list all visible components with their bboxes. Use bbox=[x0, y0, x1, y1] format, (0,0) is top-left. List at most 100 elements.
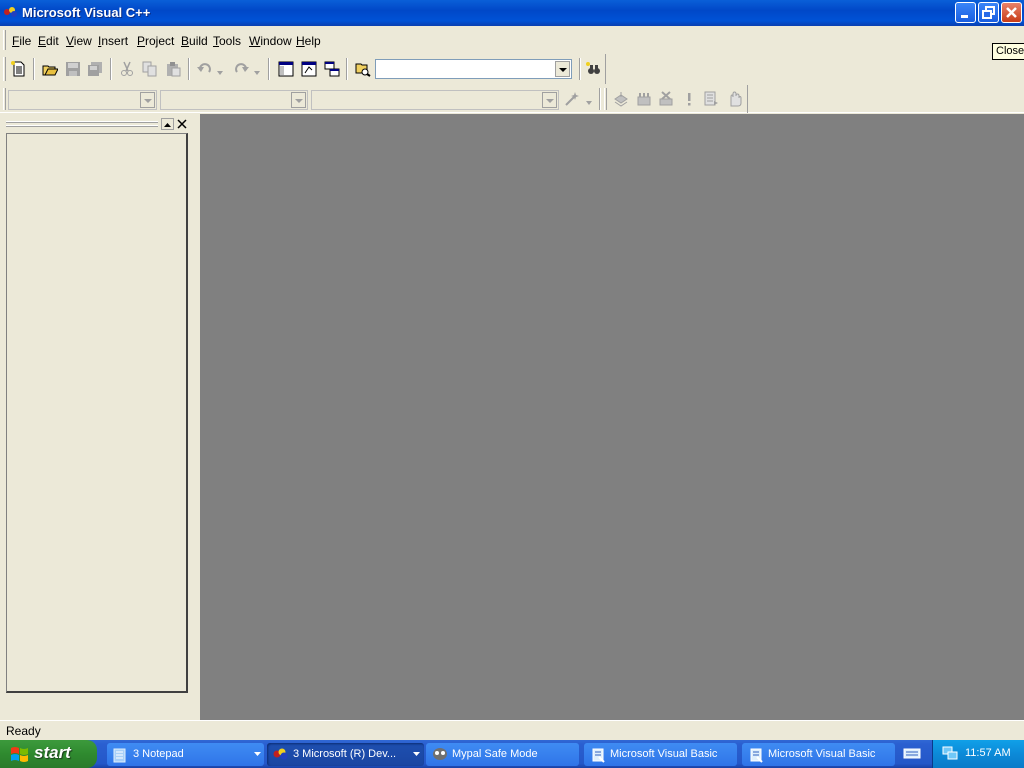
menu-tools[interactable]: Tools bbox=[213, 34, 241, 50]
toolbar-separator bbox=[579, 58, 581, 80]
restore-icon bbox=[982, 6, 995, 19]
menu-insert[interactable]: Insert bbox=[98, 34, 128, 50]
copy-button[interactable] bbox=[139, 58, 161, 80]
members-combo-chevron-down-icon[interactable] bbox=[542, 92, 557, 108]
compile-button[interactable] bbox=[610, 88, 632, 110]
visual-cpp-app-icon[interactable] bbox=[4, 6, 18, 18]
open-icon bbox=[42, 65, 58, 76]
close-icon bbox=[1006, 7, 1017, 18]
start-label: start bbox=[34, 743, 71, 762]
stop-build-icon bbox=[659, 91, 673, 106]
taskbar-button-label: Microsoft Visual Basic bbox=[768, 748, 876, 760]
menu-help[interactable]: Help bbox=[296, 34, 321, 50]
find-in-files-icon bbox=[355, 63, 371, 77]
build-toolbar-grip[interactable] bbox=[604, 88, 607, 110]
pane-maximize-button[interactable] bbox=[161, 118, 174, 130]
save-all-button[interactable] bbox=[84, 58, 106, 80]
menu-bar-grip[interactable] bbox=[3, 30, 6, 50]
keyboard-icon[interactable] bbox=[903, 746, 921, 760]
menu-edit[interactable]: Edit bbox=[38, 34, 59, 50]
taskbar-button-mypal[interactable]: Mypal Safe Mode bbox=[426, 743, 579, 766]
workspace-pane-grip[interactable] bbox=[6, 121, 158, 123]
build-icon bbox=[637, 93, 651, 106]
class-combo[interactable] bbox=[8, 90, 157, 110]
redo-dropdown-chevron-down-icon[interactable] bbox=[253, 66, 261, 75]
redo-button[interactable] bbox=[230, 58, 252, 80]
menu-label-rest: dit bbox=[46, 34, 59, 48]
go-button[interactable] bbox=[700, 88, 722, 110]
filter-combo[interactable] bbox=[160, 90, 308, 110]
workspace-tree-view[interactable] bbox=[6, 133, 188, 693]
menu-build[interactable]: Build bbox=[181, 34, 208, 50]
menu-file[interactable]: File bbox=[12, 34, 31, 50]
save-icon bbox=[66, 62, 80, 76]
toolbar-separator bbox=[33, 58, 35, 80]
mdi-client-area[interactable] bbox=[200, 114, 1024, 720]
build-button[interactable] bbox=[633, 88, 655, 110]
wizard-action-chevron-down-icon[interactable] bbox=[585, 96, 593, 105]
taskbar-button-devstudio[interactable]: 3 Microsoft (R) Dev... bbox=[267, 743, 424, 766]
find-combo-chevron-down-icon[interactable] bbox=[555, 61, 570, 77]
menu-label-rest: roject bbox=[145, 34, 175, 48]
wizard-bar-grip[interactable] bbox=[3, 88, 6, 110]
find-combo[interactable] bbox=[375, 59, 572, 79]
minimize-button[interactable] bbox=[955, 2, 976, 23]
find-in-files-button[interactable] bbox=[352, 58, 374, 80]
find-button[interactable] bbox=[583, 58, 605, 80]
menu-view[interactable]: View bbox=[66, 34, 92, 50]
start-button[interactable]: start bbox=[0, 740, 97, 768]
paste-icon bbox=[167, 62, 181, 77]
members-combo[interactable] bbox=[311, 90, 559, 110]
output-button[interactable] bbox=[298, 58, 320, 80]
toolbar-separator bbox=[599, 88, 601, 110]
execute-icon bbox=[688, 93, 691, 106]
visual-cpp-icon bbox=[273, 748, 288, 760]
chevron-down-icon bbox=[413, 752, 420, 756]
toolbar-end-divider bbox=[605, 54, 606, 84]
stop-build-button[interactable] bbox=[655, 88, 677, 110]
menu-accelerator: W bbox=[249, 34, 261, 48]
paste-button[interactable] bbox=[162, 58, 184, 80]
cut-button[interactable] bbox=[116, 58, 138, 80]
pane-close-button[interactable] bbox=[176, 118, 188, 130]
toolbar-separator bbox=[110, 58, 112, 80]
menu-window[interactable]: Window bbox=[249, 34, 292, 50]
restore-button[interactable] bbox=[978, 2, 999, 23]
mypal-icon bbox=[433, 748, 447, 760]
taskbar-button-vb-1[interactable]: Microsoft Visual Basic bbox=[584, 743, 737, 766]
new-text-file-button[interactable] bbox=[8, 58, 30, 80]
execute-button[interactable] bbox=[678, 88, 700, 110]
title-bar[interactable]: Microsoft Visual C++ bbox=[0, 0, 1024, 26]
filter-combo-chevron-down-icon[interactable] bbox=[291, 92, 306, 108]
window-list-button[interactable] bbox=[321, 58, 343, 80]
cut-icon bbox=[121, 61, 133, 76]
wizard-action-button[interactable] bbox=[561, 88, 583, 110]
toolbar-separator bbox=[346, 58, 348, 80]
workspace-pane-grip[interactable] bbox=[6, 125, 158, 127]
network-icon[interactable] bbox=[942, 746, 958, 760]
taskbar-button-notepad[interactable]: 3 Notepad bbox=[107, 743, 264, 766]
open-button[interactable] bbox=[39, 58, 61, 80]
undo-dropdown-chevron-down-icon[interactable] bbox=[216, 66, 224, 75]
minimize-icon bbox=[961, 15, 968, 18]
compile-icon bbox=[614, 92, 628, 107]
insert-breakpoint-button[interactable] bbox=[724, 88, 746, 110]
menu-label-rest: iew bbox=[73, 34, 92, 48]
undo-button[interactable] bbox=[194, 58, 216, 80]
taskbar-button-vb-2[interactable]: Microsoft Visual Basic bbox=[742, 743, 895, 766]
menu-accelerator: B bbox=[181, 34, 190, 48]
close-icon bbox=[177, 119, 187, 129]
workspace-icon bbox=[278, 61, 294, 77]
clock[interactable]: 11:57 AM bbox=[965, 747, 1011, 759]
close-button[interactable] bbox=[1001, 2, 1022, 23]
class-combo-chevron-down-icon[interactable] bbox=[140, 92, 155, 108]
workspace-button[interactable] bbox=[275, 58, 297, 80]
taskbar-button-label: 3 Notepad bbox=[133, 748, 184, 760]
wizard-bar-end-divider bbox=[747, 85, 748, 113]
menu-project[interactable]: Project bbox=[137, 34, 174, 50]
standard-toolbar-grip[interactable] bbox=[3, 57, 6, 81]
output-icon bbox=[301, 61, 317, 77]
window-title: Microsoft Visual C++ bbox=[22, 5, 151, 20]
toolbar-separator bbox=[268, 58, 270, 80]
save-button[interactable] bbox=[62, 58, 84, 80]
